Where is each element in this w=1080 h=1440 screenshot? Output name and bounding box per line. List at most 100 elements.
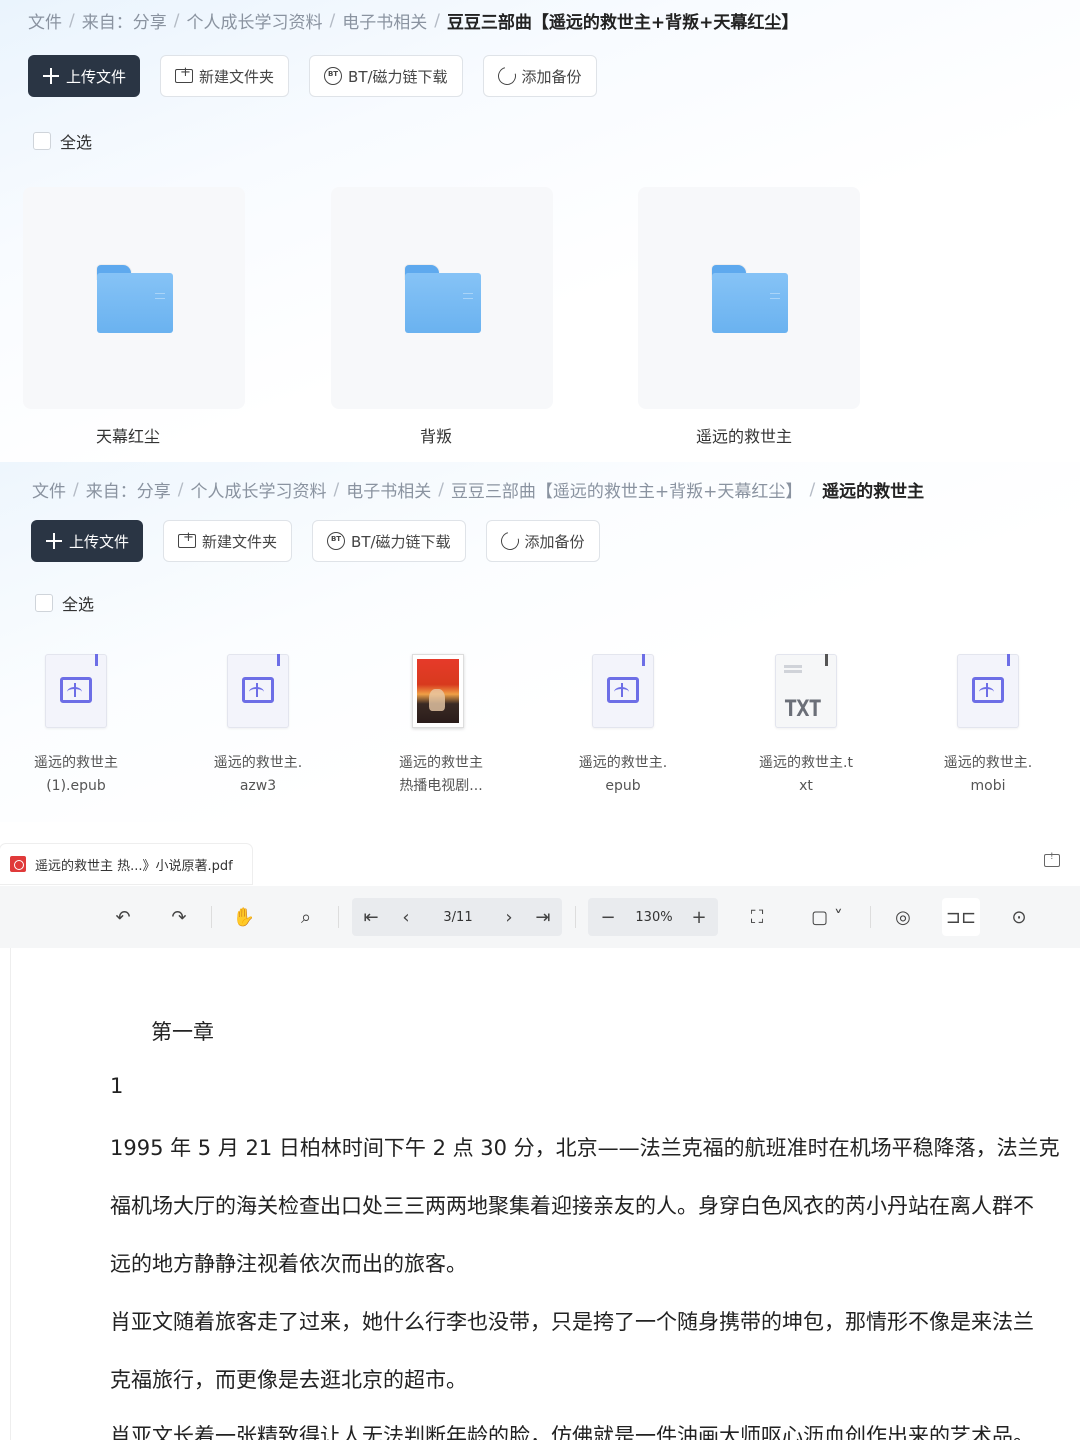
breadcrumb-item[interactable]: 文件 xyxy=(28,8,62,33)
backup-label: 添加备份 xyxy=(521,67,582,86)
zoom-out-icon[interactable]: − xyxy=(594,902,622,932)
bt-download-button[interactable]: BT BT/磁力链下载 xyxy=(309,55,463,97)
redo-icon[interactable]: ↷ xyxy=(164,902,194,932)
folder-name[interactable]: 背叛 xyxy=(325,423,547,447)
ebook-icon xyxy=(227,654,289,730)
pdf-icon xyxy=(10,856,26,872)
file-item[interactable]: 遥远的救世主. azw3 xyxy=(193,654,323,798)
folder-card[interactable] xyxy=(23,187,245,409)
text-line: 远的地方静静注视着依次而出的旅客。 xyxy=(110,1252,467,1276)
file-name-ext: mobi xyxy=(970,778,1006,794)
search-icon[interactable]: ⌕ xyxy=(291,902,321,932)
undo-icon[interactable]: ↶ xyxy=(108,902,138,932)
zoom-level[interactable]: 130% xyxy=(626,902,682,932)
ebook-icon xyxy=(957,654,1019,730)
action-bar: 上传文件 新建文件夹 BT BT/磁力链下载 添加备份 xyxy=(28,55,597,97)
hand-tool-icon[interactable]: ✋ xyxy=(229,902,259,932)
file-item[interactable]: 遥远的救世主 (1).epub xyxy=(11,654,141,798)
breadcrumb-item[interactable]: 电子书相关 xyxy=(342,8,427,33)
first-page-icon[interactable]: ⇤ xyxy=(358,902,384,932)
folder-card[interactable] xyxy=(331,187,553,409)
select-all-label: 全选 xyxy=(60,133,93,152)
add-backup-button[interactable]: 添加备份 xyxy=(482,55,597,97)
last-page-icon[interactable]: ⇥ xyxy=(530,902,556,932)
breadcrumb-current: 豆豆三部曲【遥远的救世主+背叛+天幕红尘】 xyxy=(446,13,799,33)
select-all-checkbox[interactable] xyxy=(33,132,51,150)
pdf-viewer: 遥远的救世主 热...》小说原著.pdf ↶ ↷ ✋ ⌕ ⇤ ‹ 3/11 › … xyxy=(0,832,1080,1440)
file-name-ext: xt xyxy=(799,778,813,794)
file-item[interactable]: 遥远的救世主. mobi xyxy=(923,654,1053,798)
new-folder-label: 新建文件夹 xyxy=(199,67,275,86)
action-bar: 上传文件 新建文件夹 BT BT/磁力链下载 添加备份 xyxy=(31,520,600,562)
zoom-in-icon[interactable]: + xyxy=(685,902,713,932)
file-name: 遥远的救世主.t xyxy=(759,755,853,771)
prev-page-icon[interactable]: ‹ xyxy=(394,902,418,932)
file-item[interactable]: TXT 遥远的救世主.t xt xyxy=(741,654,871,798)
file-name: 遥远的救世主. xyxy=(578,755,668,771)
upload-button[interactable]: 上传文件 xyxy=(28,55,141,97)
file-item[interactable]: 遥远的救世主. epub xyxy=(558,654,688,798)
breadcrumb-item[interactable]: 豆豆三部曲【遥远的救世主+背叛+天幕红尘】 xyxy=(451,477,803,502)
breadcrumb-item[interactable]: 电子书相关 xyxy=(346,477,431,502)
folder-icon xyxy=(97,265,173,333)
upload-button[interactable]: 上传文件 xyxy=(31,520,144,562)
chapter-heading: 第一章 xyxy=(151,1020,214,1044)
ebook-icon xyxy=(45,654,107,730)
file-name: 遥远的救世主 xyxy=(399,755,483,771)
file-name: 遥远的救世主. xyxy=(943,755,1033,771)
sync-icon xyxy=(497,528,522,554)
viewer-toolbar: ↶ ↷ ✋ ⌕ ⇤ ‹ 3/11 › ⇥ − 130% + ⛶ ▢ ˅ ◎ ⊐⊏… xyxy=(0,886,1080,948)
tab-title: 遥远的救世主 热...》小说原著.pdf xyxy=(35,858,233,874)
breadcrumb-item[interactable]: 来自：分享 xyxy=(86,477,171,502)
bt-icon: BT xyxy=(324,67,343,85)
breadcrumb-item[interactable]: 文件 xyxy=(32,477,66,502)
file-name-ext: (1).epub xyxy=(46,778,106,794)
file-name: 遥远的救世主 xyxy=(34,755,118,771)
sync-icon xyxy=(494,63,519,89)
folder-icon xyxy=(712,265,788,333)
select-all[interactable]: 全选 xyxy=(33,129,92,153)
ebook-icon xyxy=(592,654,654,730)
eye-care-icon[interactable]: ◎ xyxy=(888,902,918,932)
new-folder-icon xyxy=(175,65,194,83)
file-name-ext: 热播电视剧... xyxy=(399,778,483,794)
new-folder-button[interactable]: 新建文件夹 xyxy=(163,520,293,562)
breadcrumb: 文件 / 来自：分享 / 个人成长学习资料 / 电子书相关 / 豆豆三部曲【遥远的救世主… xyxy=(32,477,925,503)
breadcrumb: 文件 / 来自：分享 / 个人成长学习资料 / 电子书相关 / 豆豆三部曲【遥远的救世主… xyxy=(28,8,799,34)
document-tab[interactable]: 遥远的救世主 热...》小说原著.pdf xyxy=(0,844,252,884)
file-item[interactable]: 遥远的救世主 热播电视剧... xyxy=(376,654,506,798)
page-indicator[interactable]: 3/11 xyxy=(430,902,486,932)
bt-label: BT/磁力链下载 xyxy=(351,532,451,551)
page-width-icon[interactable]: ⊐⊏ xyxy=(942,898,980,936)
breadcrumb-item[interactable]: 个人成长学习资料 xyxy=(190,477,326,502)
fit-page-icon[interactable]: ▢ ˅ xyxy=(804,902,850,932)
fullscreen-icon[interactable]: ⛶ xyxy=(742,902,772,932)
folder-name[interactable]: 遥远的救世主 xyxy=(633,423,855,447)
folder-name[interactable]: 天幕红尘 xyxy=(17,423,239,447)
select-all[interactable]: 全选 xyxy=(35,591,94,615)
bt-download-button[interactable]: BT BT/磁力链下载 xyxy=(312,520,466,562)
file-name-ext: azw3 xyxy=(239,778,277,794)
backup-label: 添加备份 xyxy=(524,532,585,551)
file-name-ext: epub xyxy=(605,778,641,794)
add-backup-button[interactable]: 添加备份 xyxy=(485,520,600,562)
breadcrumb-current: 遥远的救世主 xyxy=(822,482,925,502)
text-line: 1995 年 5 月 21 日柏林时间下午 2 点 30 分，北京——法兰克福的… xyxy=(110,1136,1060,1160)
folder-card[interactable] xyxy=(638,187,860,409)
breadcrumb-item[interactable]: 个人成长学习资料 xyxy=(186,8,322,33)
plus-icon xyxy=(45,532,63,550)
text-line: 福机场大厅的海关检查出口处三三两两地聚集着迎接亲友的人。身穿白色风衣的芮小丹站在… xyxy=(110,1194,1034,1218)
upload-label: 上传文件 xyxy=(66,67,127,86)
next-page-icon[interactable]: › xyxy=(497,902,521,932)
document-page: 第一章 1 1995 年 5 月 21 日柏林时间下午 2 点 30 分，北京—… xyxy=(10,948,1080,1440)
bt-icon: BT xyxy=(327,532,346,550)
file-view-panel: 文件 / 来自：分享 / 个人成长学习资料 / 电子书相关 / 豆豆三部曲【遥远的救世主… xyxy=(0,462,1080,822)
feedback-icon[interactable] xyxy=(1044,852,1060,867)
play-icon[interactable]: ⊙ xyxy=(1004,902,1034,932)
txt-icon-label: TXT xyxy=(784,697,822,722)
select-all-checkbox[interactable] xyxy=(35,594,53,612)
new-folder-button[interactable]: 新建文件夹 xyxy=(160,55,290,97)
text-line: 肖亚文长着一张精致得让人无法判断年龄的脸，仿佛就是一件油画大师呕心沥血创作出来的… xyxy=(110,1424,1034,1440)
breadcrumb-item[interactable]: 来自：分享 xyxy=(82,8,167,33)
new-folder-icon xyxy=(178,530,197,548)
